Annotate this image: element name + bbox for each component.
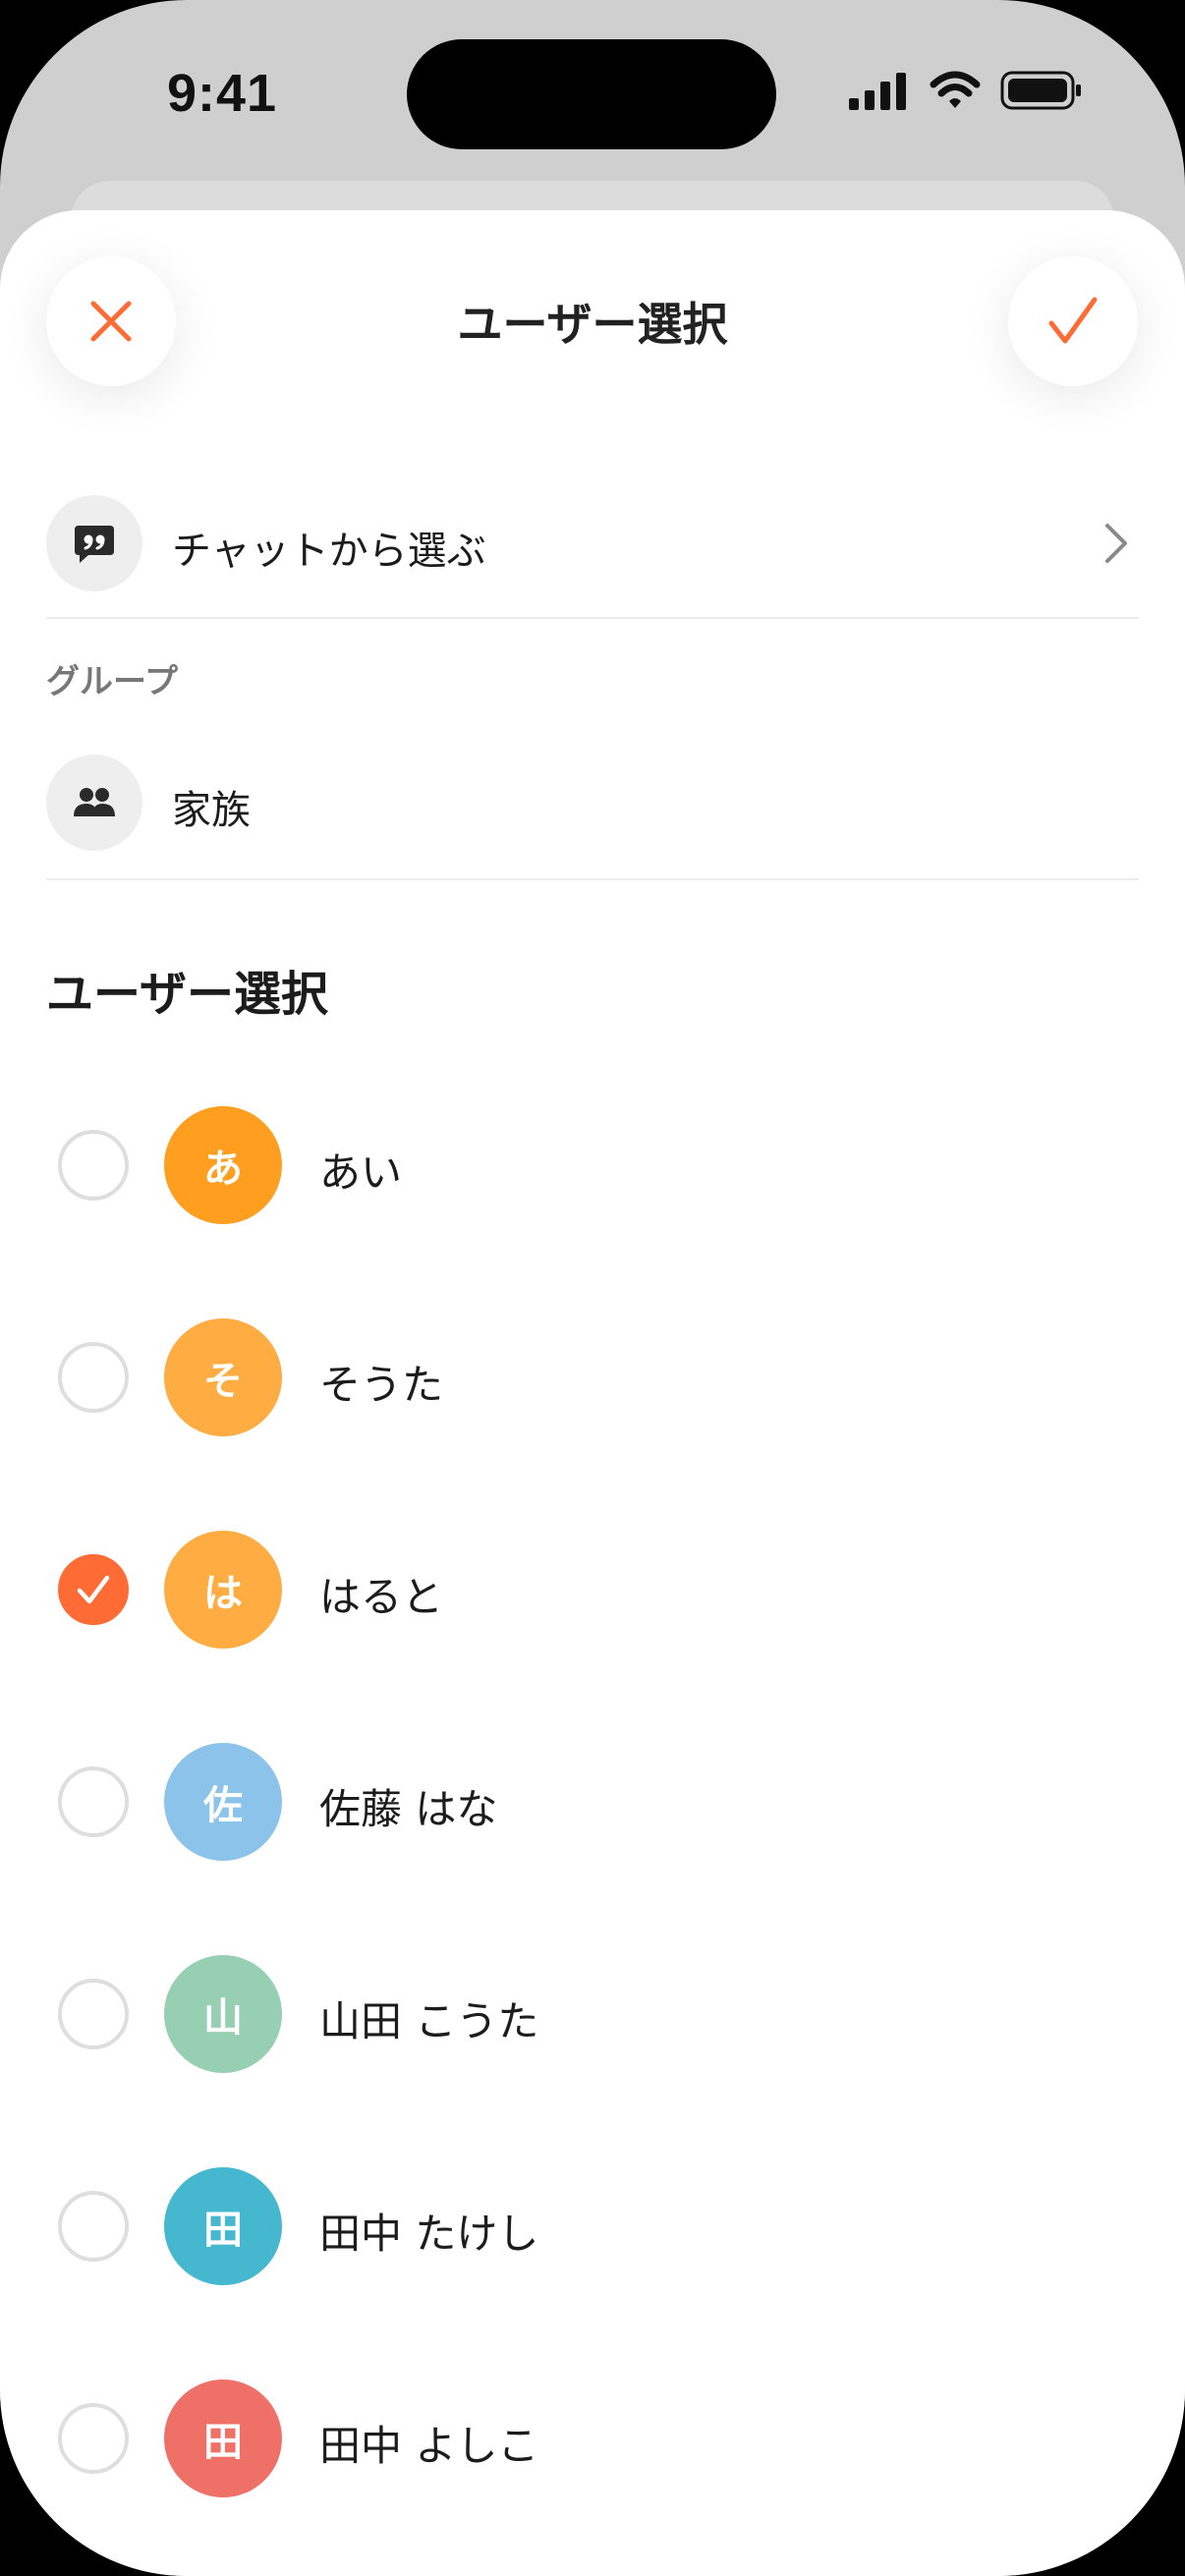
selection-radio[interactable] — [58, 2191, 129, 2262]
cellular-signal-icon — [849, 73, 906, 110]
user-name: 山田 こうた — [319, 1997, 539, 2045]
user-row[interactable]: あ あい — [56, 1104, 1137, 1226]
dynamic-island — [407, 39, 776, 149]
chat-quote-icon — [46, 495, 142, 591]
user-name: はると — [319, 1573, 444, 1621]
choose-from-chat-row[interactable]: チャットから選ぶ — [46, 495, 1139, 591]
user-row[interactable]: 田 田中 よしこ — [56, 2378, 1137, 2499]
avatar: そ — [164, 1318, 282, 1436]
user-name: あい — [319, 1148, 403, 1197]
divider — [46, 878, 1139, 880]
confirm-button[interactable] — [1008, 256, 1138, 386]
status-icons — [847, 69, 1083, 118]
selection-radio[interactable] — [58, 1342, 129, 1413]
status-time: 9:41 — [167, 64, 278, 123]
avatar: は — [164, 1531, 282, 1649]
avatar: 佐 — [164, 1743, 282, 1861]
checkmark-icon — [1048, 297, 1098, 344]
checkmark-icon — [77, 1575, 110, 1604]
selection-radio-checked[interactable] — [58, 1554, 129, 1625]
user-select-sheet: ユーザー選択 チャットから選ぶ グループ 家族 ユーザー選択 あ あい そ そう… — [0, 210, 1185, 2576]
group-item-family[interactable]: 家族 — [46, 755, 1139, 851]
selection-radio[interactable] — [58, 1130, 129, 1201]
group-section-header: グループ — [46, 662, 178, 701]
selection-radio[interactable] — [58, 1766, 129, 1837]
choose-from-chat-label: チャットから選ぶ — [172, 529, 486, 574]
selection-radio[interactable] — [58, 1979, 129, 2049]
user-name: 田中 よしこ — [319, 2422, 539, 2470]
avatar: 田 — [164, 2380, 282, 2497]
user-name: 田中 たけし — [319, 2210, 539, 2258]
battery-icon — [1000, 71, 1081, 110]
user-name: そうた — [319, 1361, 444, 1409]
user-row[interactable]: 田 田中 たけし — [56, 2165, 1137, 2287]
wifi-icon — [930, 71, 981, 108]
user-row[interactable]: そ そうた — [56, 1316, 1137, 1438]
user-row[interactable]: 山 山田 こうた — [56, 1953, 1137, 2075]
user-name: 佐藤 はな — [319, 1785, 498, 1833]
users-section-title: ユーザー選択 — [46, 967, 329, 1022]
avatar: あ — [164, 1106, 282, 1224]
user-row[interactable]: は はると — [56, 1529, 1137, 1651]
divider — [46, 617, 1139, 619]
avatar: 山 — [164, 1955, 282, 2073]
user-row[interactable]: 佐 佐藤 はな — [56, 1741, 1137, 1863]
phone-screen: 9:41 ユーザー選択 チャットから選ぶ グループ 家族 ユーザー選択 あ あい… — [0, 0, 1185, 2576]
people-icon — [46, 755, 142, 851]
selection-radio[interactable] — [58, 2403, 129, 2474]
avatar: 田 — [164, 2167, 282, 2285]
chevron-right-icon — [1105, 524, 1127, 563]
group-label: 家族 — [172, 788, 251, 833]
status-bar: 9:41 — [0, 0, 1185, 196]
